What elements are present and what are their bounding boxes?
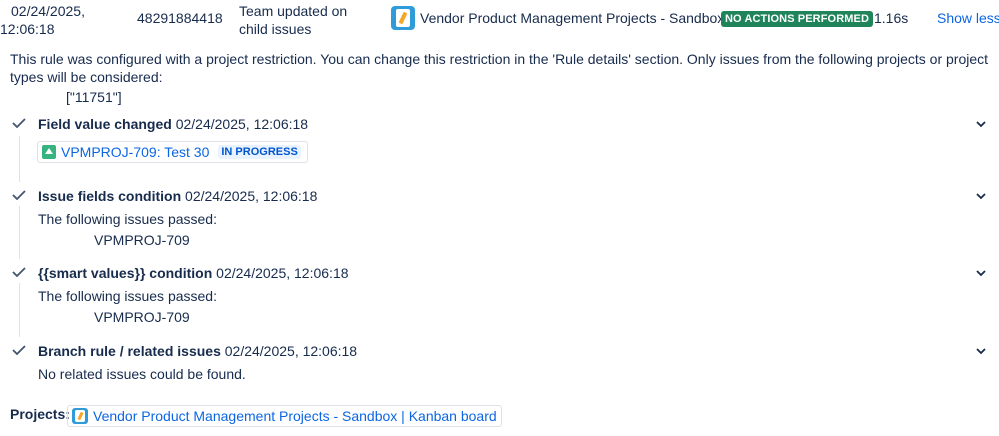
duration: 1.16s (874, 10, 909, 26)
project-name: Vendor Product Management Projects - San… (420, 10, 725, 26)
item-title: Field value changed (38, 116, 172, 132)
item-title: Branch rule / related issues (38, 343, 221, 359)
execution-date: 02/24/2025, 12:06:18 (0, 2, 90, 38)
project-avatar-icon (72, 408, 88, 424)
timeline-connector (19, 206, 20, 259)
project-board-link[interactable]: Vendor Product Management Projects - San… (93, 408, 497, 424)
check-icon (12, 267, 26, 277)
status-badge: NO ACTIONS PERFORMED (721, 11, 873, 27)
chevron-down-icon[interactable] (976, 269, 986, 277)
item-title: {{smart values}} condition (38, 265, 213, 281)
item-issue-fields-condition: Issue fields condition 02/24/2025, 12:06… (38, 188, 317, 204)
restriction-value: ["11751"] (66, 89, 122, 105)
projects-label: Projects: (10, 406, 70, 422)
execution-date-line2: 12:06:18 (0, 21, 55, 37)
restriction-notice: This rule was configured with a project … (10, 51, 989, 85)
audit-log-row: 02/24/2025, 12:06:18 48291884418 Team up… (0, 0, 999, 40)
show-less-link[interactable]: Show less (937, 10, 999, 26)
story-issue-type-icon (42, 145, 56, 159)
item-time: 02/24/2025, 12:06:18 (175, 116, 309, 132)
item-time: 02/24/2025, 12:06:18 (216, 265, 349, 281)
item-smart-values-condition: {{smart values}} condition 02/24/2025, 1… (38, 265, 349, 281)
item-text: No related issues could be found. (38, 366, 246, 382)
issue-key-link[interactable]: VPMPROJ-709: Test 30 (61, 144, 209, 160)
item-text: The following issues passed: (38, 211, 217, 227)
item-text: The following issues passed: (38, 288, 217, 304)
project-avatar-icon (391, 6, 415, 30)
trigger-description: Team updated on child issues (239, 3, 348, 37)
execution-id: 48291884418 (137, 10, 223, 26)
check-icon (12, 118, 26, 128)
check-icon (12, 345, 26, 355)
item-title: Issue fields condition (38, 188, 182, 204)
project-cell: Vendor Product Management Projects - San… (391, 6, 724, 30)
execution-date-line1: 02/24/2025, (11, 3, 85, 19)
item-branch-rule: Branch rule / related issues 02/24/2025,… (38, 343, 357, 359)
chevron-down-icon[interactable] (976, 120, 986, 128)
issue-chip[interactable]: VPMPROJ-709: Test 30 IN PROGRESS (37, 141, 308, 163)
item-time: 02/24/2025, 12:06:18 (185, 188, 318, 204)
check-icon (12, 190, 26, 200)
item-field-value-changed: Field value changed 02/24/2025, 12:06:18 (38, 116, 308, 132)
passed-issue-key: VPMPROJ-709 (94, 309, 190, 325)
project-chip[interactable]: Vendor Product Management Projects - San… (67, 405, 502, 427)
chevron-down-icon[interactable] (976, 192, 986, 200)
timeline-connector (19, 136, 20, 182)
passed-issue-key: VPMPROJ-709 (94, 232, 190, 248)
chevron-down-icon[interactable] (976, 347, 986, 355)
item-time: 02/24/2025, 12:06:18 (224, 343, 358, 359)
timeline-connector (19, 283, 20, 337)
issue-status-lozenge: IN PROGRESS (218, 145, 301, 159)
